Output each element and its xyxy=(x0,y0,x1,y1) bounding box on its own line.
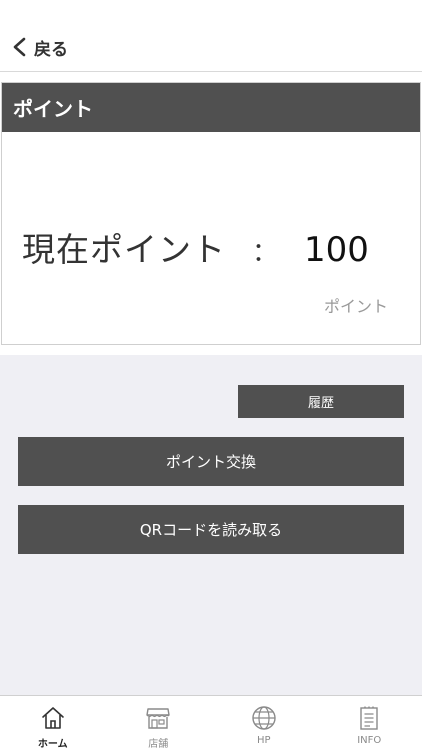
navigation-bar: 戻る xyxy=(0,0,422,72)
current-points-label: 現在ポイント xyxy=(22,230,226,269)
back-button[interactable]: 戻る xyxy=(10,34,68,60)
points-unit-label: ポイント xyxy=(323,297,388,316)
globe-icon xyxy=(252,706,276,730)
points-colon: ： xyxy=(252,238,279,268)
tab-home-label: ホーム xyxy=(37,739,68,750)
current-points-value: 100 xyxy=(304,230,369,270)
history-button-label: 履歴 xyxy=(307,396,334,411)
current-points-row: 現在ポイント ： 100 xyxy=(22,223,369,271)
history-button[interactable]: 履歴 xyxy=(238,385,404,418)
clipboard-icon xyxy=(360,706,378,730)
point-exchange-button-label: ポイント交換 xyxy=(165,453,256,471)
tab-hp[interactable]: HP xyxy=(211,696,317,750)
tab-info-label: INFO xyxy=(357,735,382,746)
points-card: ポイント 現在ポイント ： 100 ポイント xyxy=(1,82,421,345)
tab-home[interactable]: ホーム xyxy=(0,696,106,750)
tab-bar: ホーム 店舗 HP INFO xyxy=(0,695,422,750)
tab-store-label: 店舗 xyxy=(148,739,169,750)
scan-qr-button[interactable]: QRコードを読み取る xyxy=(18,505,404,554)
back-label: 戻る xyxy=(34,39,68,60)
card-header: ポイント xyxy=(2,83,420,132)
home-icon xyxy=(41,707,64,729)
point-exchange-button[interactable]: ポイント交換 xyxy=(18,437,404,486)
tab-store[interactable]: 店舗 xyxy=(106,696,212,750)
tab-info[interactable]: INFO xyxy=(317,696,422,750)
card-title: ポイント xyxy=(13,97,93,121)
scan-qr-button-label: QRコードを読み取る xyxy=(139,521,283,539)
tab-hp-label: HP xyxy=(256,735,271,746)
chevron-left-icon xyxy=(13,37,26,57)
store-icon xyxy=(146,708,170,729)
